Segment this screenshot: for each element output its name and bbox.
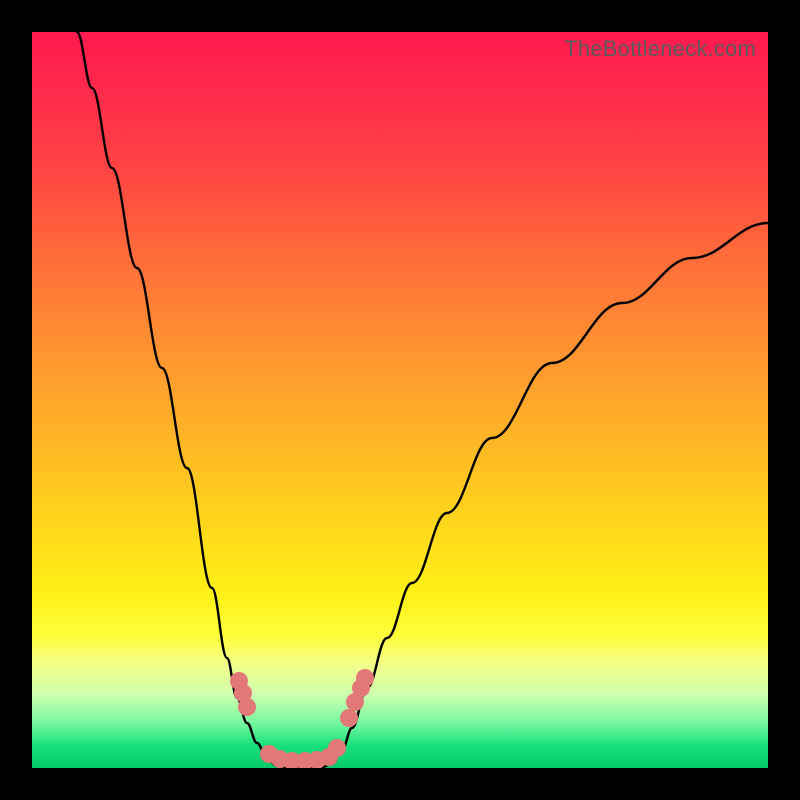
- left-branch: [77, 32, 277, 766]
- data-marker: [238, 698, 256, 716]
- data-marker: [340, 709, 358, 727]
- data-markers: [230, 669, 374, 768]
- data-marker: [328, 739, 346, 757]
- data-marker: [356, 669, 374, 687]
- watermark-text: TheBottleneck.com: [564, 36, 756, 62]
- plot-area: TheBottleneck.com: [32, 32, 768, 768]
- bottleneck-curve-svg: [32, 32, 768, 768]
- right-branch: [332, 223, 768, 764]
- chart-frame: TheBottleneck.com: [0, 0, 800, 800]
